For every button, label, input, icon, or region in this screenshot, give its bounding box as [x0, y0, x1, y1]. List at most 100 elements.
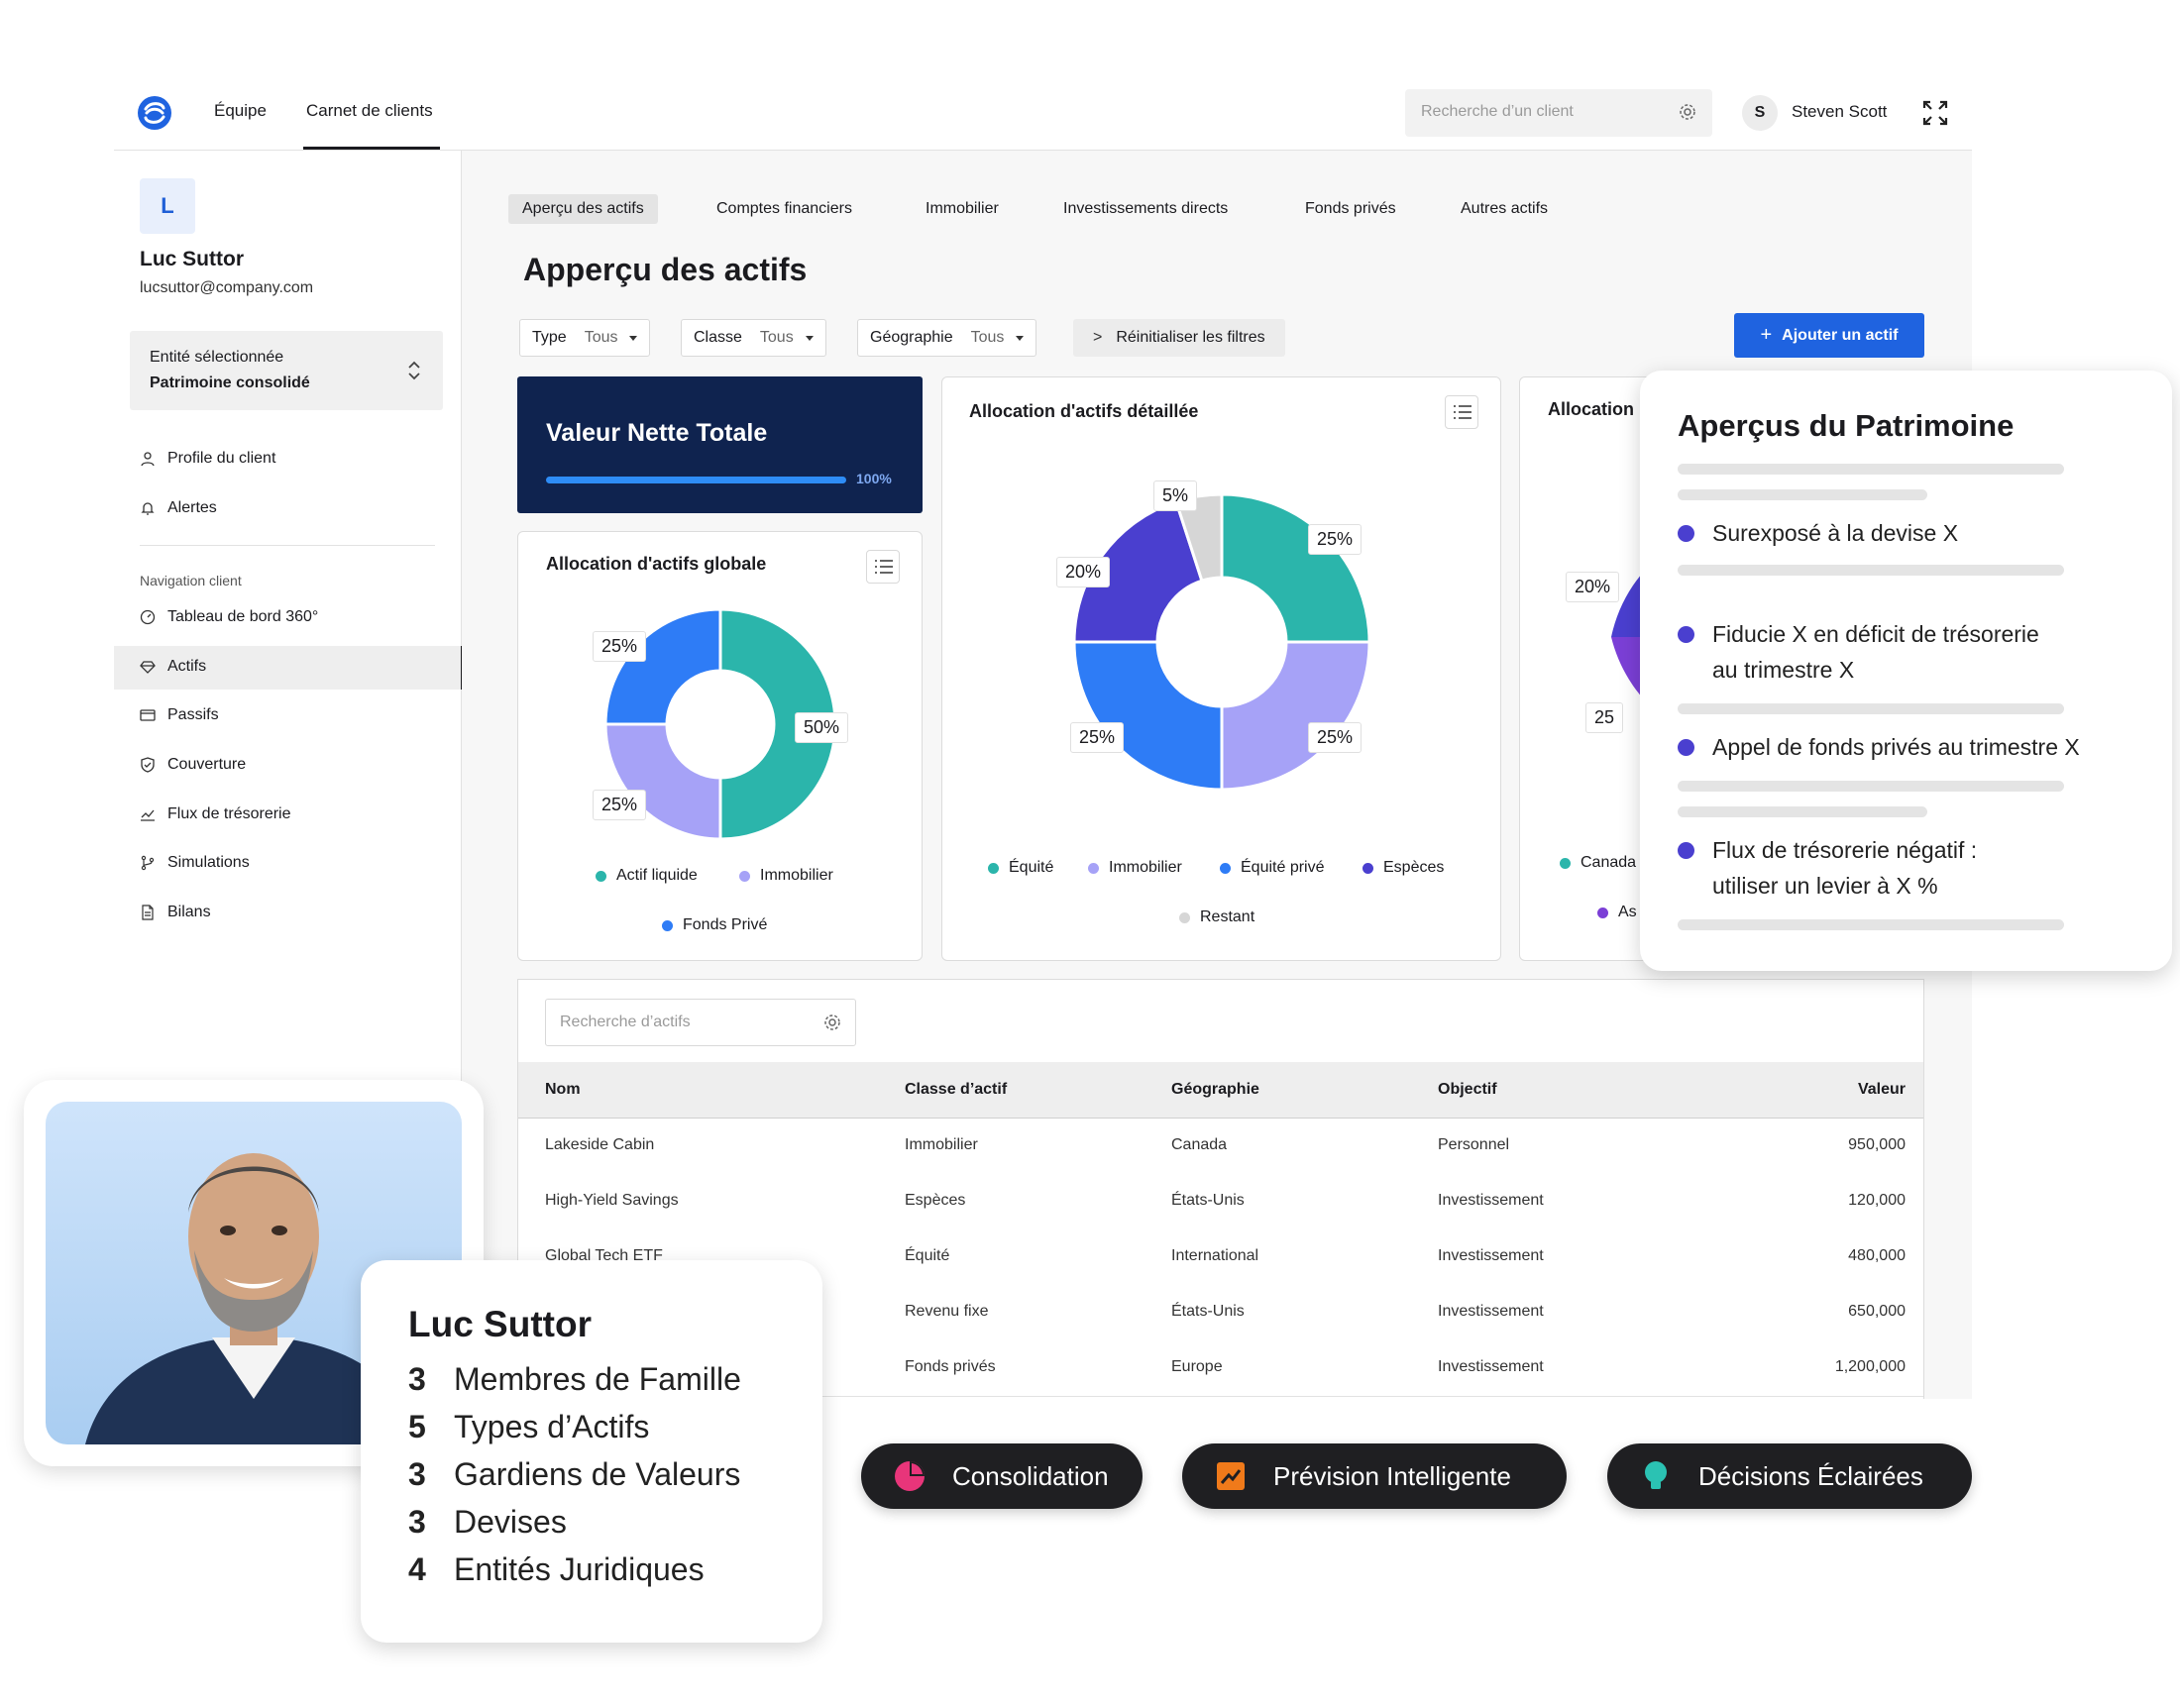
tab-fonds-prives[interactable]: Fonds privés — [1291, 194, 1410, 224]
column-header[interactable]: Classe d’actif — [905, 1081, 1007, 1099]
sidebar-item-label: Actifs — [167, 658, 207, 675]
sidebar-item-actifs[interactable]: Actifs — [140, 656, 206, 678]
client-email: lucsuttor@company.com — [140, 279, 314, 296]
user-icon — [141, 452, 155, 467]
column-header[interactable]: Valeur — [1858, 1081, 1906, 1099]
cell-value: 1,200,000 — [1834, 1358, 1906, 1375]
insights-title: Aperçus du Patrimoine — [1678, 408, 2015, 443]
sidebar-item-profile[interactable]: Profile du client — [140, 448, 275, 470]
donut-slice[interactable] — [1072, 640, 1224, 792]
cell-class: Équité — [905, 1247, 950, 1264]
cell-objective: Investissement — [1438, 1303, 1544, 1320]
sidebar-item-label: Alertes — [167, 499, 217, 516]
app-logo-icon[interactable] — [137, 95, 172, 131]
sidebar-item-couverture[interactable]: Couverture — [140, 754, 246, 776]
caret-down-icon — [805, 335, 814, 341]
legend-item: Restant — [1179, 908, 1254, 926]
skeleton-line — [1678, 489, 1927, 500]
net-worth-percent: 100% — [856, 471, 892, 486]
reset-filters-button[interactable]: > Réinitialiser les filtres — [1073, 319, 1285, 357]
tab-autres-actifs[interactable]: Autres actifs — [1447, 194, 1562, 224]
page-title: Apperçu des actifs — [523, 252, 808, 287]
search-settings-icon[interactable] — [1679, 103, 1696, 121]
sidebar-item-passifs[interactable]: Passifs — [140, 704, 219, 726]
stat-number: 3 — [408, 1504, 426, 1540]
cell-class: Espèces — [905, 1192, 966, 1209]
insight-item[interactable]: Surexposé à la devise X — [1678, 515, 1958, 551]
sidebar-item-bilans[interactable]: Bilans — [140, 902, 211, 923]
tab-immobilier[interactable]: Immobilier — [912, 194, 1013, 224]
donut-slice[interactable] — [1220, 640, 1371, 792]
cell-class: Fonds privés — [905, 1358, 996, 1375]
dashboard-icon — [140, 609, 156, 625]
donut-slice[interactable] — [603, 607, 722, 726]
chevron-updown-icon — [408, 361, 420, 380]
filter-classe[interactable]: Classe Tous — [681, 319, 826, 357]
insight-text: Flux de trésorerie négatif : — [1712, 837, 1978, 863]
entity-selector[interactable]: Entité sélectionnée Patrimoine consolidé — [130, 331, 443, 410]
user-name[interactable]: Steven Scott — [1792, 102, 1887, 122]
search-settings-icon[interactable] — [823, 1014, 841, 1031]
sidebar-item-alerts[interactable]: Alertes — [140, 497, 217, 519]
legend-item: Actif liquide — [596, 867, 698, 885]
column-header[interactable]: Nom — [545, 1081, 581, 1099]
filter-type[interactable]: Type Tous — [519, 319, 651, 357]
sidebar-item-label: Simulations — [167, 854, 250, 871]
bullet-dot — [1678, 739, 1694, 756]
diamond-icon — [140, 661, 156, 674]
legend-label: Espèces — [1383, 859, 1445, 876]
fullscreen-icon[interactable] — [1922, 100, 1948, 126]
global-allocation-card: Allocation d'actifs globale 50% 25% 25% … — [517, 531, 923, 961]
user-avatar[interactable]: S — [1742, 95, 1778, 131]
donut-slice[interactable] — [603, 722, 722, 841]
add-asset-button[interactable]: + Ajouter un actif — [1734, 313, 1924, 358]
sidebar-item-flux[interactable]: Flux de trésorerie — [140, 803, 291, 825]
slice-label: 25% — [593, 790, 647, 820]
client-summary-card: Luc Suttor 3 Membres de Famille 5 Types d’… — [361, 1260, 822, 1643]
filter-value: Tous — [970, 329, 1005, 346]
table-row[interactable]: High-Yield Savings Espèces États-Unis In… — [518, 1174, 1923, 1230]
client-search-placeholder: Recherche d’un client — [1421, 103, 1574, 120]
filter-geographie[interactable]: Géographie Tous — [857, 319, 1037, 357]
consolidation-pill[interactable]: Consolidation — [861, 1443, 1143, 1509]
smart-forecast-pill[interactable]: Prévision Intelligente — [1182, 1443, 1567, 1509]
nav-carnet-de-clients[interactable]: Carnet de clients — [306, 101, 433, 121]
column-header[interactable]: Objectif — [1438, 1081, 1497, 1099]
cell-value: 480,000 — [1848, 1247, 1906, 1264]
legend-item: Immobilier — [739, 867, 833, 885]
tab-investissements-directs[interactable]: Investissements directs — [1049, 194, 1242, 224]
nav-equipe[interactable]: Équipe — [214, 101, 267, 121]
insight-item[interactable]: Appel de fonds privés au trimestre X — [1678, 729, 2080, 765]
net-worth-progress-bar — [546, 477, 846, 483]
entity-label: Entité sélectionnée — [150, 349, 284, 366]
bullet-dot — [1678, 525, 1694, 542]
sidebar-item-dashboard[interactable]: Tableau de bord 360° — [140, 606, 318, 628]
filter-value: Tous — [584, 329, 618, 346]
cell-geo: Europe — [1171, 1358, 1223, 1375]
cell-class: Revenu fixe — [905, 1303, 989, 1320]
cell-value: 120,000 — [1848, 1192, 1906, 1209]
column-header[interactable]: Géographie — [1171, 1081, 1259, 1099]
donut-slice[interactable] — [1220, 492, 1371, 644]
net-worth-card: Valeur Nette Totale 100% — [517, 376, 923, 513]
client-search-input[interactable]: Recherche d’un client — [1405, 89, 1712, 137]
cell-objective: Investissement — [1438, 1192, 1544, 1209]
tab-apercu-des-actifs[interactable]: Aperçu des actifs — [508, 194, 658, 224]
informed-decisions-pill[interactable]: Décisions Éclairées — [1607, 1443, 1972, 1509]
insight-item[interactable]: Fiducie X en déficit de trésorerie au tri… — [1678, 616, 2039, 688]
tab-comptes-financiers[interactable]: Comptes financiers — [703, 194, 866, 224]
insight-item[interactable]: Flux de trésorerie négatif : utiliser un … — [1678, 832, 1977, 904]
chart-line-icon — [141, 809, 155, 821]
table-row[interactable]: Lakeside Cabin Immobilier Canada Personn… — [518, 1119, 1923, 1175]
asset-search-input[interactable]: Recherche d’actifs — [545, 999, 856, 1046]
plus-icon: + — [1760, 324, 1773, 346]
sidebar-item-simulations[interactable]: Simulations — [140, 852, 250, 874]
legend-dot — [662, 919, 673, 931]
legend-dot — [1362, 862, 1373, 874]
cell-geo: États-Unis — [1171, 1303, 1245, 1320]
client-summary-name: Luc Suttor — [408, 1304, 592, 1344]
table-header: Nom Classe d’actif Géographie Objectif V… — [518, 1062, 1923, 1119]
stat-label: Types d’Actifs — [454, 1409, 650, 1444]
slice-label: 50% — [795, 712, 849, 743]
document-icon — [142, 905, 154, 920]
